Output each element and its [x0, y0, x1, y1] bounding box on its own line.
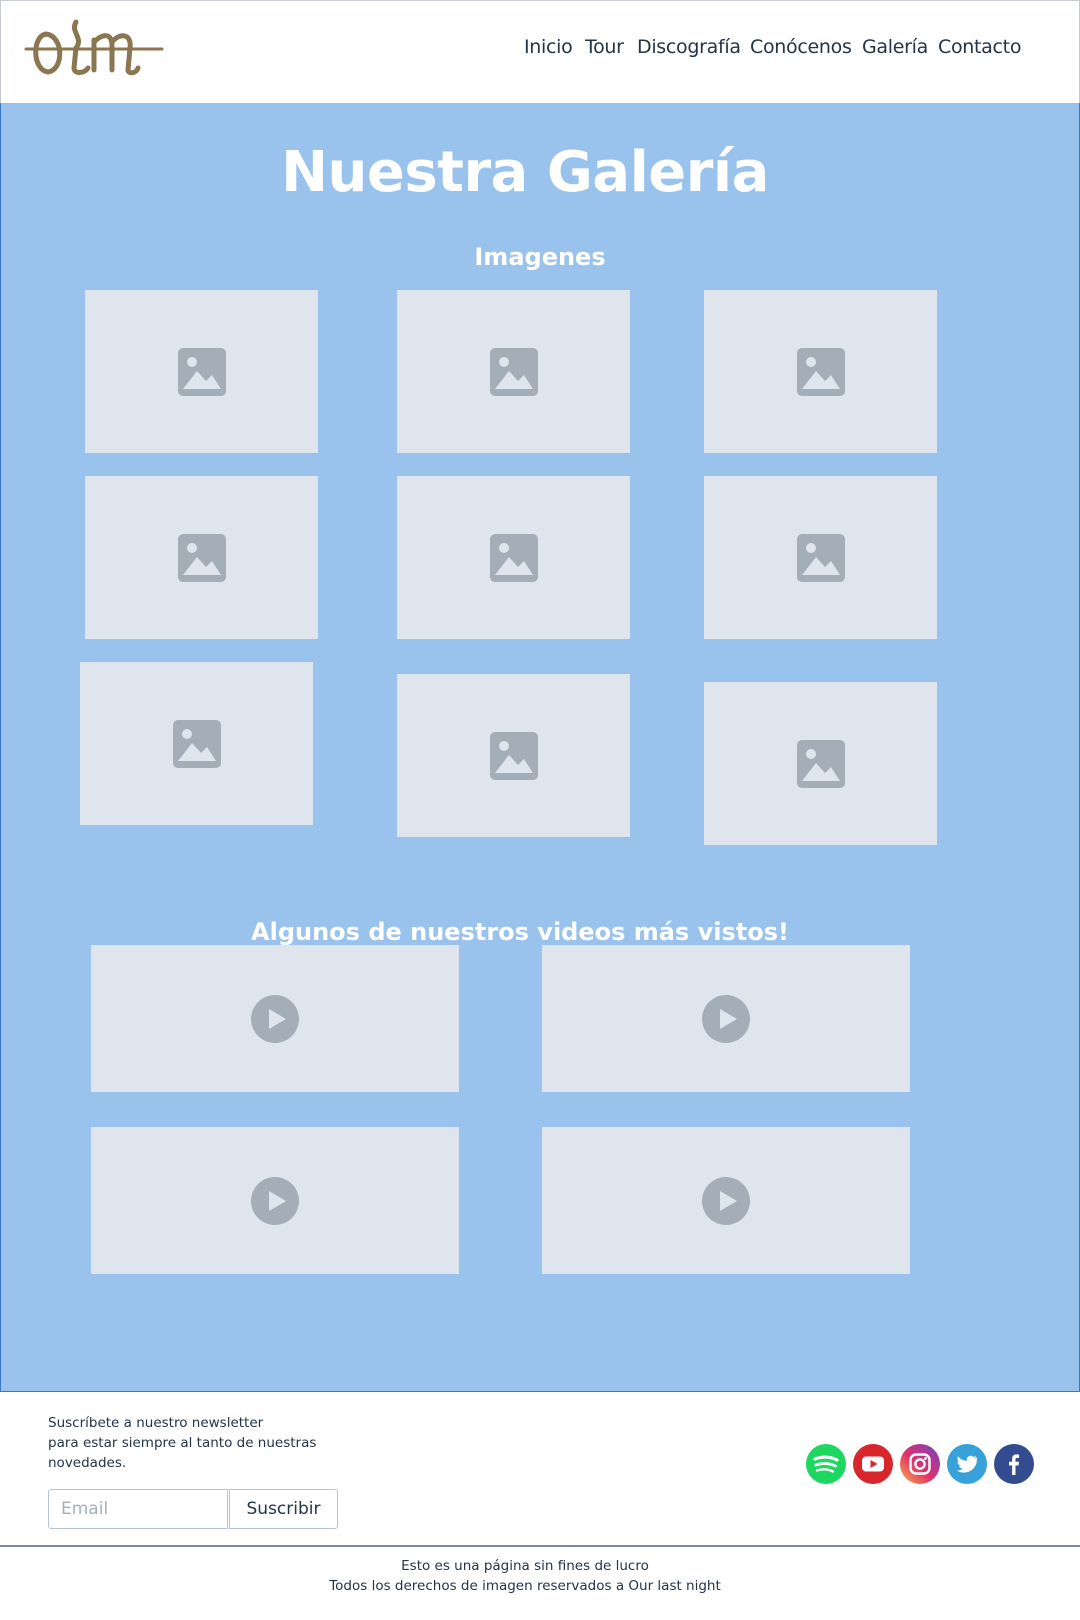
play-icon: [251, 994, 299, 1043]
footer-divider: [0, 1545, 1080, 1547]
instagram-icon[interactable]: [900, 1444, 940, 1484]
image-placeholder-icon: [489, 533, 538, 582]
spotify-icon[interactable]: [806, 1444, 846, 1484]
legal-notice: Esto es una página sin fines de lucro: [401, 1558, 649, 1574]
image-placeholder-icon: [489, 731, 538, 780]
youtube-icon[interactable]: [853, 1444, 893, 1484]
copyright-notice: Todos los derechos de imagen reservados …: [329, 1578, 721, 1594]
image-placeholder-icon: [489, 347, 538, 396]
newsletter-text: Suscríbete a nuestro newsletter para est…: [48, 1413, 328, 1473]
nav-discografia[interactable]: Discografía: [637, 36, 741, 58]
gallery-image[interactable]: [85, 476, 318, 639]
gallery-image[interactable]: [80, 662, 313, 825]
email-input[interactable]: [48, 1489, 228, 1529]
videos-heading: Algunos de nuestros videos más vistos!: [251, 918, 789, 946]
page-title: Nuestra Galería: [281, 140, 769, 205]
video-thumbnail[interactable]: [542, 945, 910, 1092]
nav-conocenos[interactable]: Conócenos: [750, 36, 852, 58]
gallery-image[interactable]: [397, 674, 630, 837]
gallery-image[interactable]: [85, 290, 318, 453]
gallery-image[interactable]: [704, 476, 937, 639]
image-placeholder-icon: [796, 347, 845, 396]
band-logo[interactable]: [24, 18, 164, 80]
gallery-image[interactable]: [704, 290, 937, 453]
subscribe-button[interactable]: Suscribir: [229, 1489, 338, 1529]
newsletter-line: Suscríbete a nuestro newsletter: [48, 1415, 264, 1431]
video-thumbnail[interactable]: [542, 1127, 910, 1274]
nav-tour[interactable]: Tour: [585, 36, 624, 58]
nav-contacto[interactable]: Contacto: [938, 36, 1021, 58]
gallery-image[interactable]: [704, 682, 937, 845]
newsletter-line: novedades.: [48, 1455, 127, 1471]
nav-inicio[interactable]: Inicio: [524, 36, 573, 58]
nav-galeria[interactable]: Galería: [862, 36, 928, 58]
newsletter-line: para estar siempre al tanto de nuestras: [48, 1435, 317, 1451]
gallery-image[interactable]: [397, 290, 630, 453]
image-placeholder-icon: [796, 739, 845, 788]
play-icon: [251, 1176, 299, 1225]
twitter-icon[interactable]: [947, 1444, 987, 1484]
image-placeholder-icon: [177, 347, 226, 396]
play-icon: [702, 994, 750, 1043]
play-icon: [702, 1176, 750, 1225]
video-thumbnail[interactable]: [91, 945, 459, 1092]
video-thumbnail[interactable]: [91, 1127, 459, 1274]
image-placeholder-icon: [172, 719, 221, 768]
image-placeholder-icon: [796, 533, 845, 582]
image-placeholder-icon: [177, 533, 226, 582]
gallery-image[interactable]: [397, 476, 630, 639]
facebook-icon[interactable]: [994, 1444, 1034, 1484]
images-heading: Imagenes: [474, 243, 606, 271]
